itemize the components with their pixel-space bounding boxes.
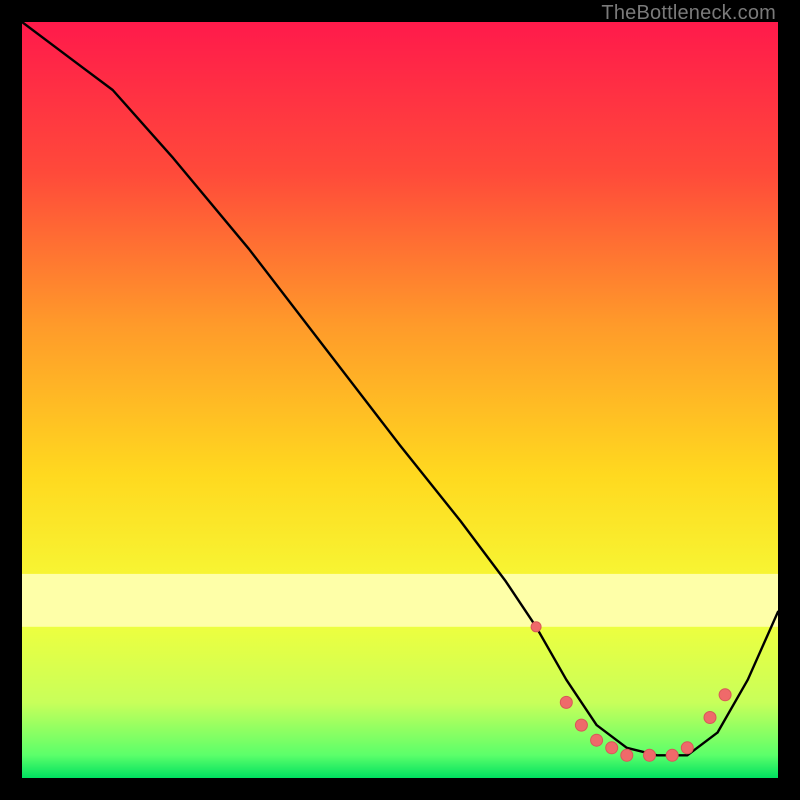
curve-marker (591, 734, 603, 746)
curve-marker (575, 719, 587, 731)
curve-marker (704, 712, 716, 724)
curve-marker (666, 749, 678, 761)
chart-frame (22, 22, 778, 778)
curve-marker (606, 742, 618, 754)
curve-marker (531, 622, 541, 632)
gradient-background (22, 22, 778, 778)
curve-marker (644, 749, 656, 761)
curve-marker (560, 696, 572, 708)
bottleneck-curve-chart (22, 22, 778, 778)
curve-marker (621, 749, 633, 761)
curve-marker (681, 742, 693, 754)
watermark-text: TheBottleneck.com (601, 2, 776, 25)
curve-marker (719, 689, 731, 701)
highlight-band (22, 574, 778, 627)
